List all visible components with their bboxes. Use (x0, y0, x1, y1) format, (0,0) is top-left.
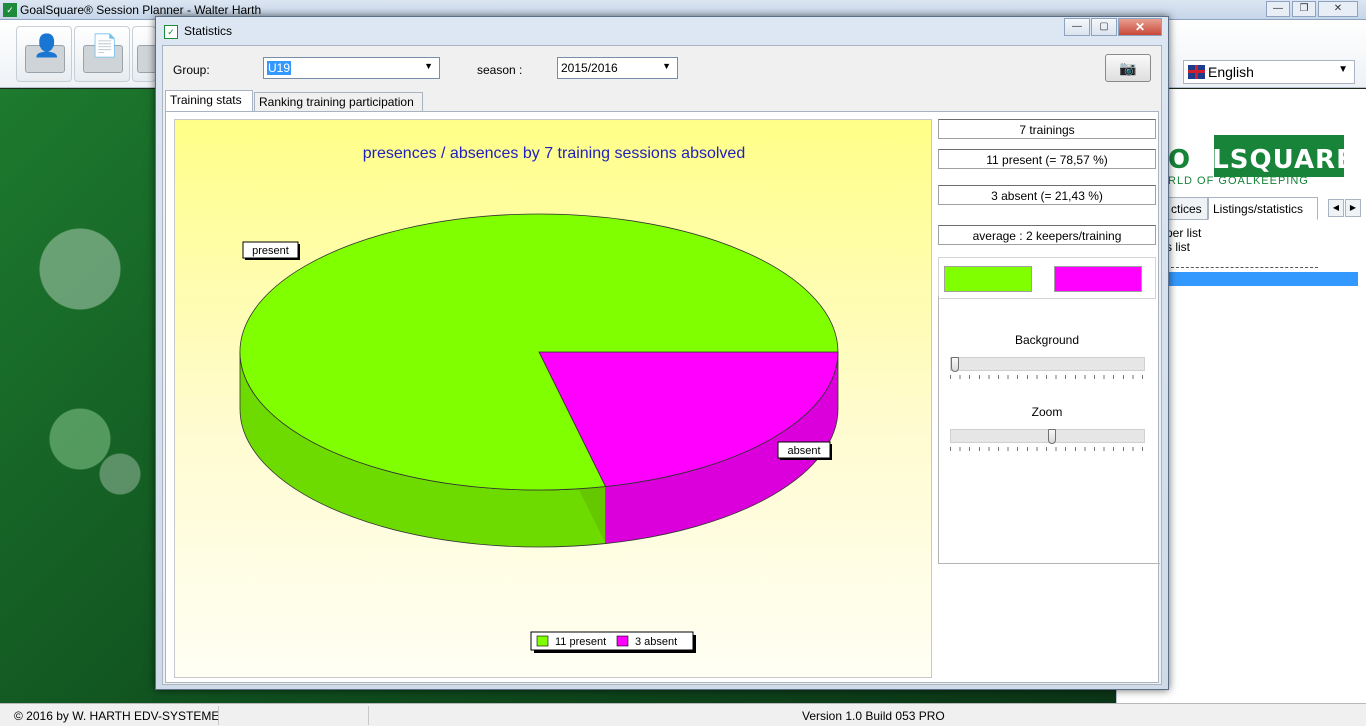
right-panel-tabs: ctices Listings/statistics ◀ ▶ (1166, 197, 1366, 221)
exercises-folder-button[interactable] (132, 26, 157, 82)
legend-swatch-absent (616, 635, 629, 647)
zoom-slider-ticks (950, 447, 1145, 451)
chart-title: presences / absences by 7 training sessi… (363, 145, 745, 162)
list-item[interactable]: per list (1166, 226, 1366, 240)
zoom-slider-thumb[interactable] (1048, 429, 1056, 444)
background-slider[interactable] (950, 357, 1145, 372)
slice-label-absent: absent (787, 445, 820, 457)
training-stats-panel: presences / absences by 7 training sessi… (165, 111, 1160, 683)
dialog-body: Group: U19 ▼ season : 2015/2016 ▼ 📷 Trai… (162, 45, 1162, 685)
tab-listings-statistics[interactable]: Listings/statistics (1208, 197, 1318, 220)
zoom-label: Zoom (1031, 405, 1063, 419)
keepers-folder-button[interactable]: 👤 (16, 26, 72, 82)
minimize-icon[interactable]: — (1266, 1, 1290, 17)
slice-label-present: present (252, 245, 289, 257)
listings-list: per list s list (1166, 226, 1366, 286)
legend-swatch-present (536, 635, 549, 647)
close-icon[interactable]: ✕ (1318, 1, 1358, 17)
status-divider (368, 706, 369, 725)
legend-entry-absent: 3 absent (635, 636, 677, 648)
tab-ranking-training-participation[interactable]: Ranking training participation (254, 92, 423, 112)
background-label: Background (1014, 333, 1080, 347)
trainings-count-field: 7 trainings (938, 119, 1156, 139)
status-version: Version 1.0 Build 053 PRO (802, 709, 945, 723)
zoom-slider[interactable] (950, 429, 1145, 444)
list-item-selected[interactable] (1166, 272, 1358, 286)
restore-icon[interactable]: ❐ (1292, 1, 1316, 17)
logo-wordmark: OALSQUARE (1168, 145, 1355, 175)
chevron-down-icon: ▼ (662, 61, 671, 71)
season-select[interactable]: 2015/2016 ▼ (557, 57, 678, 79)
app-logo-icon: ✓ (3, 3, 17, 17)
season-label: season : (477, 63, 523, 77)
status-divider (218, 706, 219, 725)
snapshot-button[interactable]: 📷 (1105, 54, 1151, 82)
sessions-folder-button[interactable]: 📄 (74, 26, 130, 82)
background-slider-thumb[interactable] (951, 357, 959, 372)
tab-practices[interactable]: ctices (1166, 197, 1208, 220)
group-select[interactable]: U19 ▼ (263, 57, 440, 79)
language-select[interactable]: English ▼ (1183, 60, 1355, 84)
absent-count-field: 3 absent (= 21,43 %) (938, 185, 1156, 205)
pie-chart: presences / absences by 7 training sessi… (174, 119, 932, 678)
logo-word: ALSQUARE (1191, 145, 1355, 175)
language-value: English (1208, 64, 1254, 80)
tab-scroll-right-icon[interactable]: ▶ (1345, 199, 1361, 217)
status-copyright: © 2016 by W. HARTH EDV-SYSTEME (14, 709, 220, 723)
statistics-dialog: ✓ Statistics — ▢ ✕ Group: U19 ▼ season :… (155, 16, 1169, 690)
dialog-window-controls: — ▢ ✕ (1064, 18, 1162, 36)
chevron-down-icon: ▼ (1338, 64, 1348, 75)
maximize-icon[interactable]: ▢ (1091, 18, 1117, 36)
goalsquare-logo: OALSQUARE RLD OF GOALKEEPING (1168, 105, 1354, 190)
present-count-field: 11 present (= 78,57 %) (938, 149, 1156, 169)
color-swatch-panel (938, 257, 1156, 299)
close-icon[interactable]: ✕ (1118, 18, 1162, 36)
legend-entry-present: 11 present (555, 636, 606, 648)
group-value: U19 (267, 61, 292, 75)
tab-scroll-left-icon[interactable]: ◀ (1328, 199, 1344, 217)
dialog-app-icon: ✓ (164, 25, 178, 39)
person-icon: 👤 (33, 33, 61, 58)
camera-icon: 📷 (1119, 60, 1137, 76)
app-window-controls: — ❐ ✕ (1266, 1, 1358, 17)
group-label: Group: (173, 63, 210, 77)
pie-chart-svg: presences / absences by 7 training sessi… (239, 145, 839, 653)
dialog-title: Statistics (184, 24, 233, 38)
logo-subtitle: RLD OF GOALKEEPING (1168, 175, 1309, 187)
season-value: 2015/2016 (561, 61, 618, 75)
background-slider-ticks (950, 375, 1145, 379)
average-field: average : 2 keepers/training (938, 225, 1156, 245)
uk-flag-icon (1188, 65, 1205, 79)
present-color-swatch[interactable] (944, 266, 1032, 292)
app-title: GoalSquare® Session Planner - Walter Har… (20, 3, 262, 17)
folder-icon (137, 45, 157, 73)
list-item[interactable]: s list (1166, 240, 1366, 254)
chevron-down-icon: ▼ (424, 61, 433, 71)
absent-color-swatch[interactable] (1054, 266, 1142, 292)
document-icon: 📄 (91, 33, 119, 58)
tab-training-stats[interactable]: Training stats (165, 90, 253, 112)
list-separator (1166, 254, 1318, 268)
minimize-icon[interactable]: — (1064, 18, 1090, 36)
statusbar: © 2016 by W. HARTH EDV-SYSTEME Version 1… (0, 703, 1366, 726)
logo-letter: O (1168, 145, 1192, 175)
